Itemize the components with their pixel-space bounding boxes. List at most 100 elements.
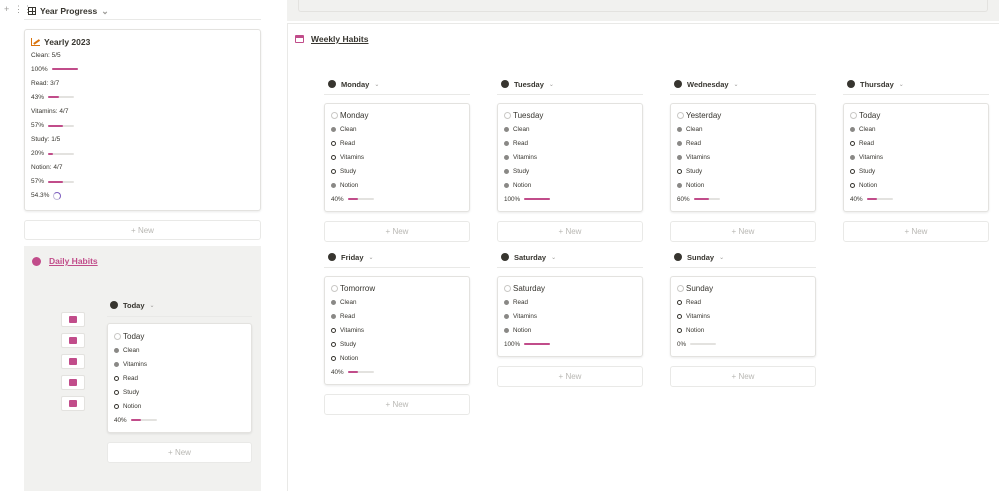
new-card-button[interactable]: + New <box>670 365 816 387</box>
daily-group-header[interactable]: Today ⌄ <box>110 298 155 312</box>
habit-checkbox-row[interactable]: Notion <box>331 179 463 193</box>
checked-icon[interactable] <box>331 183 336 189</box>
unchecked-icon[interactable] <box>331 140 336 146</box>
habit-checkbox-row[interactable]: Notion <box>504 179 636 193</box>
habit-checkbox-row[interactable]: Read <box>677 136 809 150</box>
day-group-header[interactable]: Monday ⌄ <box>328 77 379 91</box>
habit-checkbox-row[interactable]: Read <box>677 295 809 309</box>
habit-card[interactable]: Yesterday Clean Read Vitamins Study Notion 60% <box>670 103 816 212</box>
pen-button[interactable] <box>61 312 85 327</box>
day-group-header[interactable]: Friday ⌄ <box>328 250 374 264</box>
checked-icon[interactable] <box>114 361 119 367</box>
tag-button[interactable] <box>61 333 85 348</box>
habit-checkbox-row[interactable]: Vitamins <box>331 150 463 164</box>
habit-checkbox-row[interactable]: Read <box>331 136 463 150</box>
checked-icon[interactable] <box>331 313 336 319</box>
habit-checkbox-row[interactable]: Study <box>850 165 982 179</box>
habit-card[interactable]: Tomorrow Clean Read Vitamins Study Notion 40% <box>324 276 470 385</box>
yearly-card[interactable]: Yearly 2023 Clean: 5/5 100% Read: 3/7 43% Vi… <box>24 29 261 211</box>
checked-icon[interactable] <box>504 299 509 305</box>
checked-icon[interactable] <box>504 126 509 132</box>
habit-checkbox-row[interactable]: Study <box>331 165 463 179</box>
habit-checkbox-row[interactable]: Study <box>677 165 809 179</box>
habit-checkbox-row[interactable]: Read <box>504 136 636 150</box>
day-group-header[interactable]: Sunday ⌄ <box>674 250 724 264</box>
unchecked-icon[interactable] <box>677 313 682 319</box>
unchecked-icon[interactable] <box>677 299 682 305</box>
habit-checkbox-row[interactable]: Notion <box>677 323 809 337</box>
year-progress-view-tab[interactable]: Year Progress ⌄ <box>28 4 109 18</box>
daily-habit-card[interactable]: Today Clean Vitamins Read Study Notion 40% <box>107 323 252 433</box>
checked-icon[interactable] <box>850 154 855 160</box>
new-card-button[interactable]: + New <box>497 365 643 387</box>
habit-checkbox-row[interactable]: Vitamins <box>114 357 245 371</box>
habit-card[interactable]: Saturday Read Vitamins Notion 100% <box>497 276 643 357</box>
new-card-button[interactable]: + New <box>843 221 989 242</box>
habit-checkbox-row[interactable]: Clean <box>850 122 982 136</box>
unchecked-icon[interactable] <box>677 327 682 333</box>
message-button[interactable] <box>61 396 85 411</box>
checked-icon[interactable] <box>504 313 509 319</box>
habit-checkbox-row[interactable]: Notion <box>850 179 982 193</box>
habit-checkbox-row[interactable]: Clean <box>331 122 463 136</box>
day-group-header[interactable]: Wednesday ⌄ <box>674 77 739 91</box>
book-button[interactable] <box>61 354 85 369</box>
year-progress-new-button[interactable]: + New <box>24 220 261 240</box>
checked-icon[interactable] <box>677 140 682 146</box>
habit-checkbox-row[interactable]: Read <box>850 136 982 150</box>
notes-button[interactable] <box>61 375 85 390</box>
checked-icon[interactable] <box>504 183 509 189</box>
day-group-header[interactable]: Thursday ⌄ <box>847 77 904 91</box>
habit-checkbox-row[interactable]: Read <box>114 371 245 385</box>
habit-checkbox-row[interactable]: Clean <box>114 343 245 357</box>
habit-checkbox-row[interactable]: Notion <box>504 323 636 337</box>
unchecked-icon[interactable] <box>114 404 119 410</box>
day-group-header[interactable]: Saturday ⌄ <box>501 250 556 264</box>
habit-checkbox-row[interactable]: Notion <box>114 400 245 414</box>
habit-checkbox-row[interactable]: Clean <box>504 122 636 136</box>
habit-checkbox-row[interactable]: Vitamins <box>677 150 809 164</box>
habit-checkbox-row[interactable]: Vitamins <box>504 309 636 323</box>
day-group-header[interactable]: Tuesday ⌄ <box>501 77 554 91</box>
checked-icon[interactable] <box>504 169 509 175</box>
checked-icon[interactable] <box>677 126 682 132</box>
unchecked-icon[interactable] <box>331 342 336 348</box>
checked-icon[interactable] <box>114 347 119 353</box>
unchecked-icon[interactable] <box>850 140 855 146</box>
weekly-habits-title[interactable]: Weekly Habits <box>311 34 368 44</box>
unchecked-icon[interactable] <box>114 390 119 396</box>
checked-icon[interactable] <box>331 126 336 132</box>
habit-checkbox-row[interactable]: Study <box>331 338 463 352</box>
habit-checkbox-row[interactable]: Study <box>504 165 636 179</box>
daily-new-button[interactable]: + New <box>107 442 252 463</box>
habit-checkbox-row[interactable]: Vitamins <box>677 309 809 323</box>
unchecked-icon[interactable] <box>850 169 855 175</box>
checked-icon[interactable] <box>677 154 682 160</box>
add-block-icon[interactable]: + <box>4 4 9 14</box>
unchecked-icon[interactable] <box>850 183 855 189</box>
checked-icon[interactable] <box>504 327 509 333</box>
unchecked-icon[interactable] <box>331 356 336 362</box>
habit-checkbox-row[interactable]: Read <box>331 309 463 323</box>
checked-icon[interactable] <box>504 140 509 146</box>
habit-checkbox-row[interactable]: Notion <box>677 179 809 193</box>
habit-card[interactable]: Monday Clean Read Vitamins Study Notion 40% <box>324 103 470 212</box>
habit-checkbox-row[interactable]: Vitamins <box>850 150 982 164</box>
unchecked-icon[interactable] <box>114 375 119 381</box>
unchecked-icon[interactable] <box>331 154 336 160</box>
daily-habits-title[interactable]: Daily Habits <box>49 256 98 266</box>
habit-checkbox-row[interactable]: Clean <box>331 295 463 309</box>
habit-card[interactable]: Sunday Read Vitamins Notion 0% <box>670 276 816 357</box>
new-card-button[interactable]: + New <box>670 221 816 242</box>
unchecked-icon[interactable] <box>331 327 336 333</box>
habit-card[interactable]: Tuesday Clean Read Vitamins Study Notion 100% <box>497 103 643 212</box>
checked-icon[interactable] <box>850 126 855 132</box>
habit-checkbox-row[interactable]: Clean <box>677 122 809 136</box>
habit-checkbox-row[interactable]: Vitamins <box>331 323 463 337</box>
habit-checkbox-row[interactable]: Notion <box>331 352 463 366</box>
new-card-button[interactable]: + New <box>324 394 470 415</box>
new-card-button[interactable]: + New <box>497 221 643 242</box>
new-card-button[interactable]: + New <box>324 221 470 242</box>
habit-checkbox-row[interactable]: Read <box>504 295 636 309</box>
unchecked-icon[interactable] <box>331 169 336 175</box>
